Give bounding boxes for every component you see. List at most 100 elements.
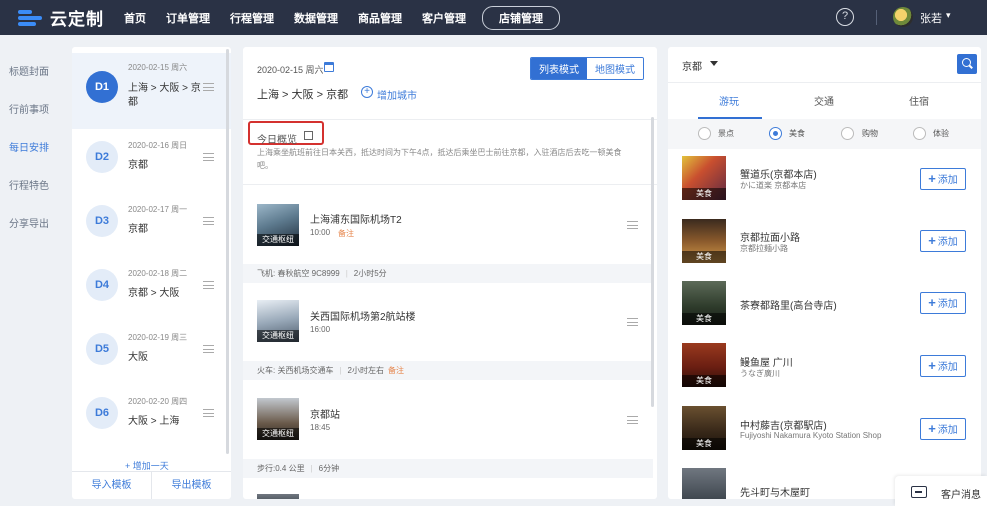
- list-mode-button[interactable]: 列表模式: [531, 58, 587, 79]
- nav-customers[interactable]: 客户管理: [422, 10, 466, 26]
- nav-shop-button[interactable]: 店铺管理: [482, 5, 560, 30]
- customer-message-widget[interactable]: 客户消息: [895, 476, 987, 506]
- transport-info: 火车: 关西机场交通车: [257, 366, 334, 375]
- day-item[interactable]: D3 2020-02-17 周一 京都: [72, 193, 231, 257]
- help-icon[interactable]: ?: [836, 8, 854, 26]
- map-mode-button[interactable]: 地图模式: [587, 58, 643, 79]
- overview-text: 上海乘坐航班前往日本关西，抵达时间为下午4点，抵达后乘坐巴士前往京都，入驻酒店后…: [257, 148, 622, 170]
- tab-transport[interactable]: 交通: [814, 93, 834, 108]
- import-template-button[interactable]: 导入模板: [72, 472, 152, 499]
- entry-title: 京都站: [310, 410, 340, 421]
- overview-label: 今日概览: [257, 135, 297, 146]
- tab-lodging[interactable]: 住宿: [909, 93, 929, 108]
- search-icon[interactable]: [957, 54, 977, 74]
- add-poi-button[interactable]: + 添加: [920, 230, 966, 252]
- poi-photo: 美食: [682, 406, 726, 450]
- nav-home[interactable]: 首页: [124, 10, 146, 26]
- add-city-link[interactable]: 增加城市: [377, 87, 417, 102]
- transport-row[interactable]: 飞机: 春秋航空 9C8999 | 2小时5分: [243, 264, 653, 283]
- drag-handle-icon[interactable]: [203, 409, 214, 417]
- poi-name: 蟹道乐(京都本店): [740, 170, 817, 181]
- city-select[interactable]: 京都: [682, 58, 702, 73]
- transport-row[interactable]: 火车: 关西机场交通车 | 2小时左右 备注: [243, 361, 653, 380]
- export-template-button[interactable]: 导出模板: [152, 472, 231, 499]
- day-date-heading: 2020-02-15 周六: [257, 65, 324, 75]
- drag-handle-icon[interactable]: [203, 281, 214, 289]
- poi-photo: 美食: [682, 281, 726, 325]
- radio-shopping[interactable]: [841, 127, 854, 140]
- nav-itinerary[interactable]: 行程管理: [230, 10, 274, 26]
- days-scrollbar[interactable]: [226, 49, 229, 454]
- add-poi-button[interactable]: + 添加: [920, 168, 966, 190]
- transport-info: 飞机: 春秋航空 9C8999: [257, 269, 340, 278]
- day-item[interactable]: D4 2020-02-18 周二 京都 > 大阪: [72, 257, 231, 321]
- drag-handle-icon[interactable]: [203, 345, 214, 353]
- entry-title: 上海浦东国际机场T2: [310, 215, 402, 226]
- user-name[interactable]: 张若: [920, 10, 942, 26]
- day-date: 2020-02-16 周日: [128, 141, 188, 150]
- drag-handle-icon[interactable]: [203, 153, 214, 161]
- day-item[interactable]: D2 2020-02-16 周日 京都: [72, 129, 231, 193]
- chevron-down-icon[interactable]: ▾: [946, 10, 951, 21]
- nav-orders[interactable]: 订单管理: [166, 10, 210, 26]
- poi-subtitle: Fujiyoshi Nakamura Kyoto Station Shop: [740, 431, 882, 440]
- nav-data[interactable]: 数据管理: [294, 10, 338, 26]
- day-badge: D3: [86, 205, 118, 237]
- view-mode-toggle: 列表模式 地图模式: [530, 57, 644, 80]
- poi-name: 先斗町与木屋町: [740, 488, 810, 499]
- transport-row[interactable]: 步行:0.4 公里 | 6分钟: [243, 459, 653, 478]
- add-poi-button[interactable]: + 添加: [920, 292, 966, 314]
- poi-photo: 美食: [682, 156, 726, 200]
- day-item[interactable]: D6 2020-02-20 周四 大阪 > 上海: [72, 385, 231, 449]
- nav-products[interactable]: 商品管理: [358, 10, 402, 26]
- radio-experience[interactable]: [913, 127, 926, 140]
- day-badge: D5: [86, 333, 118, 365]
- entry-tag: 交通枢纽: [257, 428, 299, 440]
- nav-divider: [876, 10, 877, 25]
- edit-icon[interactable]: [304, 131, 313, 140]
- caret-down-icon[interactable]: [710, 61, 718, 66]
- entry-time: 18:45: [310, 423, 331, 432]
- logo[interactable]: 云定制: [18, 5, 118, 30]
- day-date: 2020-02-18 周二: [128, 269, 188, 278]
- day-date: 2020-02-19 周三: [128, 333, 188, 342]
- poi-subtitle: かに道楽 京都本店: [740, 181, 807, 190]
- drag-handle-icon[interactable]: [203, 83, 214, 91]
- radio-food[interactable]: [769, 127, 782, 140]
- day-item[interactable]: D1 2020-02-15 周六 上海 > 大阪 > 京都: [72, 53, 231, 129]
- entry-photo: 交通枢纽: [257, 204, 299, 246]
- entry-tag: 交通枢纽: [257, 330, 299, 342]
- menu-item-share[interactable]: 分享导出: [9, 215, 49, 230]
- avatar[interactable]: [893, 7, 913, 27]
- detail-scrollbar[interactable]: [651, 117, 654, 407]
- logo-text: 云定制: [50, 10, 104, 29]
- add-poi-button[interactable]: + 添加: [920, 355, 966, 377]
- poi-name: 京都拉面小路: [740, 233, 800, 244]
- days-panel: D1 2020-02-15 周六 上海 > 大阪 > 京都 D2 2020-02…: [72, 47, 231, 499]
- entry-time: 16:00: [310, 325, 331, 334]
- radio-sights[interactable]: [698, 127, 711, 140]
- plus-circle-icon[interactable]: +: [361, 86, 373, 98]
- poi-name: 茶寮都路里(高台寺店): [740, 301, 837, 312]
- transport-note[interactable]: 备注: [388, 366, 404, 375]
- tab-play[interactable]: 游玩: [719, 93, 739, 108]
- divider: [243, 119, 657, 120]
- menu-item-cover[interactable]: 标题封面: [9, 63, 49, 78]
- menu-item-prep[interactable]: 行前事项: [9, 101, 49, 116]
- day-route: 京都: [128, 160, 148, 171]
- logo-icon: [18, 8, 44, 28]
- drag-handle-icon[interactable]: [627, 221, 638, 229]
- menu-item-daily[interactable]: 每日安排: [9, 139, 49, 154]
- day-item[interactable]: D5 2020-02-19 周三 大阪: [72, 321, 231, 385]
- entry-note[interactable]: 备注: [338, 228, 354, 239]
- drag-handle-icon[interactable]: [627, 416, 638, 424]
- drag-handle-icon[interactable]: [203, 217, 214, 225]
- add-poi-button[interactable]: + 添加: [920, 418, 966, 440]
- poi-photo: 美食: [682, 219, 726, 263]
- calendar-icon[interactable]: [324, 62, 334, 72]
- day-badge: D6: [86, 397, 118, 429]
- menu-item-features[interactable]: 行程特色: [9, 177, 49, 192]
- drag-handle-icon[interactable]: [627, 318, 638, 326]
- poi-subtitle: うなぎ廣川: [740, 369, 780, 378]
- poi-tag: 美食: [682, 251, 726, 263]
